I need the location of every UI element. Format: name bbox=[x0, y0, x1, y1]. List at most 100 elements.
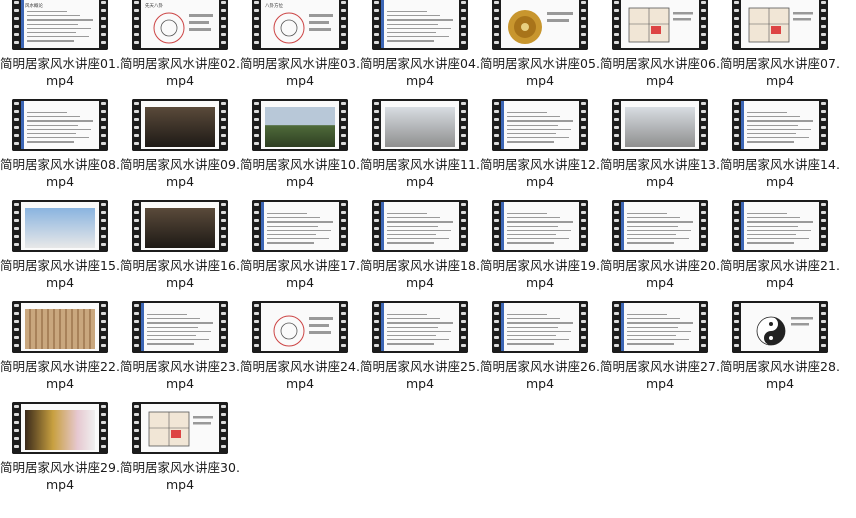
video-thumbnail[interactable] bbox=[252, 301, 348, 353]
video-file-item[interactable]: 简明居家风水讲座10.mp4 bbox=[240, 99, 360, 201]
video-file-item[interactable]: 简明居家风水讲座26.mp4 bbox=[480, 301, 600, 403]
video-thumbnail[interactable] bbox=[252, 200, 348, 252]
video-thumbnail[interactable]: 先天八卦 bbox=[132, 0, 228, 50]
file-name-label[interactable]: 简明居家风水讲座14.mp4 bbox=[720, 156, 840, 190]
video-file-item[interactable]: 简明居家风水讲座20.mp4 bbox=[600, 200, 720, 302]
video-file-item[interactable]: 简明居家风水讲座18.mp4 bbox=[360, 200, 480, 302]
file-name-label[interactable]: 简明居家风水讲座09.mp4 bbox=[120, 156, 240, 190]
video-file-item[interactable]: 简明居家风水讲座15.mp4 bbox=[0, 200, 120, 302]
video-file-item[interactable]: 简明居家风水讲座11.mp4 bbox=[360, 99, 480, 201]
video-thumbnail[interactable] bbox=[492, 0, 588, 50]
video-thumbnail[interactable] bbox=[732, 0, 828, 50]
video-thumbnail[interactable]: 风水概论 bbox=[12, 0, 108, 50]
video-thumbnail[interactable] bbox=[612, 301, 708, 353]
file-name-label[interactable]: 简明居家风水讲座17.mp4 bbox=[240, 257, 360, 291]
file-name-label[interactable]: 简明居家风水讲座13.mp4 bbox=[600, 156, 720, 190]
video-thumbnail[interactable] bbox=[372, 200, 468, 252]
file-name-label[interactable]: 简明居家风水讲座28.mp4 bbox=[720, 358, 840, 392]
file-name-label[interactable]: 简明居家风水讲座25.mp4 bbox=[360, 358, 480, 392]
video-file-item[interactable]: 简明居家风水讲座13.mp4 bbox=[600, 99, 720, 201]
video-file-item[interactable]: 简明居家风水讲座25.mp4 bbox=[360, 301, 480, 403]
video-thumbnail[interactable] bbox=[12, 99, 108, 151]
file-name-label[interactable]: 简明居家风水讲座23.mp4 bbox=[120, 358, 240, 392]
video-file-item[interactable]: 简明居家风水讲座09.mp4 bbox=[120, 99, 240, 201]
file-name-label[interactable]: 简明居家风水讲座30.mp4 bbox=[120, 459, 240, 493]
video-thumbnail[interactable] bbox=[252, 99, 348, 151]
file-name-label[interactable]: 简明居家风水讲座19.mp4 bbox=[480, 257, 600, 291]
file-name-label[interactable]: 简明居家风水讲座29.mp4 bbox=[0, 459, 120, 493]
video-thumbnail[interactable] bbox=[732, 200, 828, 252]
file-name-label[interactable]: 简明居家风水讲座26.mp4 bbox=[480, 358, 600, 392]
video-file-item[interactable]: 简明居家风水讲座30.mp4 bbox=[120, 402, 240, 504]
file-name-label[interactable]: 简明居家风水讲座24.mp4 bbox=[240, 358, 360, 392]
file-name-label[interactable]: 简明居家风水讲座01.mp4 bbox=[0, 55, 120, 89]
slide-accent-bar bbox=[141, 303, 144, 351]
video-thumbnail[interactable] bbox=[132, 99, 228, 151]
video-thumbnail[interactable] bbox=[132, 301, 228, 353]
file-name-label[interactable]: 简明居家风水讲座05.mp4 bbox=[480, 55, 600, 89]
video-file-item[interactable]: 简明居家风水讲座07.mp4 bbox=[720, 0, 840, 100]
film-hole bbox=[101, 312, 106, 315]
video-file-item[interactable]: 简明居家风水讲座17.mp4 bbox=[240, 200, 360, 302]
file-name-label[interactable]: 简明居家风水讲座12.mp4 bbox=[480, 156, 600, 190]
video-file-item[interactable]: 简明居家风水讲座06.mp4 bbox=[600, 0, 720, 100]
file-name-label[interactable]: 简明居家风水讲座03.mp4 bbox=[240, 55, 360, 89]
file-name-label[interactable]: 简明居家风水讲座07.mp4 bbox=[720, 55, 840, 89]
video-file-item[interactable]: 简明居家风水讲座21.mp4 bbox=[720, 200, 840, 302]
file-name-label[interactable]: 简明居家风水讲座06.mp4 bbox=[600, 55, 720, 89]
file-name-label[interactable]: 简明居家风水讲座04.mp4 bbox=[360, 55, 480, 89]
video-file-item[interactable]: 简明居家风水讲座24.mp4 bbox=[240, 301, 360, 403]
video-thumbnail[interactable] bbox=[12, 200, 108, 252]
file-name-label[interactable]: 简明居家风水讲座02.mp4 bbox=[120, 55, 240, 89]
film-hole bbox=[701, 25, 706, 28]
video-file-item[interactable]: 简明居家风水讲座12.mp4 bbox=[480, 99, 600, 201]
video-file-item[interactable]: 简明居家风水讲座14.mp4 bbox=[720, 99, 840, 201]
video-file-item[interactable]: 简明居家风水讲座27.mp4 bbox=[600, 301, 720, 403]
video-file-item[interactable]: 简明居家风水讲座04.mp4 bbox=[360, 0, 480, 100]
video-thumbnail[interactable] bbox=[492, 200, 588, 252]
file-name-label[interactable]: 简明居家风水讲座16.mp4 bbox=[120, 257, 240, 291]
video-file-item[interactable]: 简明居家风水讲座29.mp4 bbox=[0, 402, 120, 504]
slide-text-line bbox=[747, 141, 794, 143]
video-thumbnail[interactable] bbox=[492, 99, 588, 151]
video-thumbnail[interactable] bbox=[612, 0, 708, 50]
film-hole bbox=[581, 102, 586, 105]
video-file-item[interactable]: 简明居家风水讲座23.mp4 bbox=[120, 301, 240, 403]
video-thumbnail[interactable] bbox=[132, 200, 228, 252]
file-name-label[interactable]: 简明居家风水讲座21.mp4 bbox=[720, 257, 840, 291]
slide-text-line bbox=[507, 112, 547, 114]
file-name-label[interactable]: 简明居家风水讲座11.mp4 bbox=[360, 156, 480, 190]
video-file-item[interactable]: 简明居家风水讲座05.mp4 bbox=[480, 0, 600, 100]
video-file-item[interactable]: 先天八卦简明居家风水讲座02.mp4 bbox=[120, 0, 240, 100]
video-thumbnail[interactable] bbox=[372, 301, 468, 353]
film-hole bbox=[581, 142, 586, 145]
file-name-label[interactable]: 简明居家风水讲座18.mp4 bbox=[360, 257, 480, 291]
video-thumbnail[interactable] bbox=[372, 0, 468, 50]
video-thumbnail[interactable] bbox=[12, 301, 108, 353]
video-thumbnail[interactable] bbox=[12, 402, 108, 454]
film-hole bbox=[221, 235, 226, 238]
video-file-item[interactable]: 八卦方位简明居家风水讲座03.mp4 bbox=[240, 0, 360, 100]
video-thumbnail[interactable]: 八卦方位 bbox=[252, 0, 348, 50]
film-hole bbox=[341, 235, 346, 238]
video-thumbnail[interactable] bbox=[372, 99, 468, 151]
film-hole bbox=[254, 312, 259, 315]
file-name-label[interactable]: 简明居家风水讲座27.mp4 bbox=[600, 358, 720, 392]
video-thumbnail[interactable] bbox=[732, 99, 828, 151]
file-name-label[interactable]: 简明居家风水讲座10.mp4 bbox=[240, 156, 360, 190]
video-thumbnail[interactable] bbox=[732, 301, 828, 353]
video-thumbnail[interactable] bbox=[612, 99, 708, 151]
video-thumbnail[interactable] bbox=[612, 200, 708, 252]
file-name-label[interactable]: 简明居家风水讲座15.mp4 bbox=[0, 257, 120, 291]
video-file-item[interactable]: 简明居家风水讲座28.mp4 bbox=[720, 301, 840, 403]
file-name-label[interactable]: 简明居家风水讲座08.mp4 bbox=[0, 156, 120, 190]
video-file-item[interactable]: 简明居家风水讲座16.mp4 bbox=[120, 200, 240, 302]
file-name-label[interactable]: 简明居家风水讲座22.mp4 bbox=[0, 358, 120, 392]
video-file-item[interactable]: 简明居家风水讲座19.mp4 bbox=[480, 200, 600, 302]
video-thumbnail[interactable] bbox=[132, 402, 228, 454]
video-thumbnail[interactable] bbox=[492, 301, 588, 353]
file-name-label[interactable]: 简明居家风水讲座20.mp4 bbox=[600, 257, 720, 291]
video-file-item[interactable]: 简明居家风水讲座22.mp4 bbox=[0, 301, 120, 403]
video-file-item[interactable]: 简明居家风水讲座08.mp4 bbox=[0, 99, 120, 201]
video-file-item[interactable]: 风水概论简明居家风水讲座01.mp4 bbox=[0, 0, 120, 100]
